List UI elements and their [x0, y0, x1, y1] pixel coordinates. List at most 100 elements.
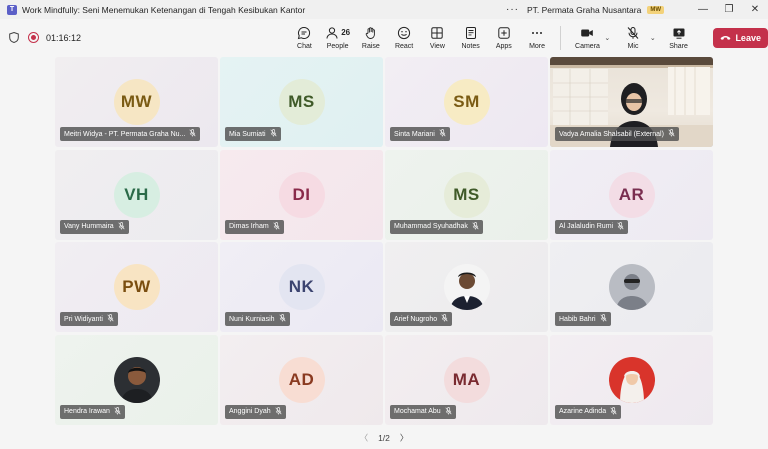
- more-dots-icon: [532, 31, 543, 34]
- mic-button[interactable]: Mic: [612, 26, 654, 50]
- mic-muted-icon: [472, 221, 479, 232]
- leave-button[interactable]: Leave: [713, 27, 768, 48]
- participant-tile[interactable]: Azarine Adinda: [550, 334, 713, 425]
- window-title: Work Mindfully: Seni Menemukan Ketenanga…: [22, 4, 306, 15]
- participant-name-tag: Anggini Dyah: [225, 404, 286, 419]
- next-page-icon[interactable]: 〉: [400, 432, 409, 444]
- participant-avatar: MA: [443, 356, 490, 403]
- participant-tile[interactable]: PW Pri Widiyanti: [55, 242, 218, 332]
- participant-tile[interactable]: Arief Nugroho: [385, 242, 548, 332]
- participant-tile[interactable]: MW Meitri Widya - PT. Permata Graha Nu...: [55, 57, 218, 147]
- participant-tile[interactable]: DI Dimas Irham: [220, 149, 383, 240]
- people-button[interactable]: 26 People: [321, 26, 354, 50]
- participant-name-tag: Sinta Mariani: [390, 127, 450, 141]
- participant-name: Sinta Mariani: [394, 130, 435, 138]
- meeting-timer: 01:16:12: [46, 32, 82, 43]
- camera-options-chevron-icon[interactable]: ⌄: [604, 34, 610, 42]
- participant-avatar: MS: [443, 171, 490, 218]
- shield-icon: [9, 32, 19, 43]
- apps-button[interactable]: Apps: [487, 26, 520, 50]
- participant-tile[interactable]: MA Mochamat Abu: [385, 334, 548, 425]
- participant-avatar: MS: [278, 79, 325, 125]
- mic-muted-icon: [617, 221, 624, 232]
- participant-name-tag: Mochamat Abu: [390, 404, 456, 419]
- react-button[interactable]: React: [388, 26, 421, 50]
- participant-name: Vadya Amalia Shalsabil (External): [559, 130, 664, 138]
- participant-avatar: MW: [113, 79, 160, 125]
- participant-tile[interactable]: MS Muhammad Syuhadhak: [385, 149, 548, 240]
- participant-name: Muhammad Syuhadhak: [394, 223, 468, 230]
- participant-photo: [113, 356, 160, 403]
- minimize-button[interactable]: —: [690, 0, 716, 19]
- participant-tile[interactable]: MS Mia Sumiati: [220, 57, 383, 147]
- participant-avatar: DI: [278, 171, 325, 218]
- participant-name-tag: Hendra Irawan: [60, 404, 125, 419]
- leave-label: Leave: [735, 32, 761, 43]
- org-name[interactable]: PT. Permata Graha Nusantara: [527, 5, 641, 15]
- view-button[interactable]: View: [421, 26, 454, 50]
- profile-avatar[interactable]: MW: [647, 5, 664, 14]
- participant-avatar: VH: [113, 171, 160, 218]
- people-count: 26: [341, 28, 351, 37]
- view-label: View: [429, 42, 445, 50]
- participant-tile[interactable]: AD Anggini Dyah: [220, 334, 383, 425]
- participant-tile[interactable]: NK Nuni Kurniasih: [220, 242, 383, 332]
- participant-tile[interactable]: Hendra Irawan: [55, 334, 218, 425]
- mic-muted-icon: [445, 406, 452, 417]
- participant-name-tag: Meitri Widya - PT. Permata Graha Nu...: [60, 127, 201, 141]
- participant-photo: [608, 264, 655, 310]
- participant-name: Mochamat Abu: [394, 408, 441, 415]
- participant-name-tag: Vany Hummaira: [60, 219, 129, 234]
- maximize-button[interactable]: ❐: [716, 0, 742, 19]
- participant-tile[interactable]: VH Vany Hummaira: [55, 149, 218, 240]
- apps-plus-icon: [498, 26, 510, 39]
- raise-hand-button[interactable]: Raise: [354, 26, 387, 50]
- participant-avatar: NK: [278, 264, 325, 310]
- more-button[interactable]: More: [520, 26, 553, 50]
- participant-tile[interactable]: SM Sinta Mariani: [385, 57, 548, 147]
- participant-name-tag: Mia Sumiati: [225, 127, 281, 141]
- participant-name: Anggini Dyah: [229, 408, 271, 415]
- participant-name: Azarine Adinda: [559, 408, 607, 415]
- mic-muted-icon: [273, 221, 280, 232]
- participant-name: Mia Sumiati: [229, 130, 266, 138]
- mic-muted-icon: [270, 129, 277, 139]
- people-icon: [326, 26, 338, 39]
- chat-label: Chat: [297, 42, 312, 50]
- mic-muted-icon: [441, 314, 448, 324]
- mic-label: Mic: [627, 42, 639, 50]
- participant-name: Nuni Kurniasih: [229, 315, 275, 323]
- share-screen-icon: [673, 28, 685, 39]
- participant-name: Pri Widiyanti: [64, 315, 103, 323]
- mic-options-chevron-icon[interactable]: ⌄: [650, 34, 656, 42]
- notes-icon: [465, 26, 476, 39]
- mic-muted-icon: [668, 129, 675, 139]
- mic-off-icon: [627, 26, 639, 39]
- share-button[interactable]: Share: [658, 26, 700, 50]
- gallery-pager: 〈 1/2 〉: [0, 430, 768, 446]
- participant-photo: [443, 264, 490, 310]
- camera-button[interactable]: Camera: [567, 26, 609, 50]
- mic-muted-icon: [275, 406, 282, 417]
- participant-name-tag: Vadya Amalia Shalsabil (External): [555, 127, 679, 141]
- more-options-icon[interactable]: ···: [506, 4, 519, 15]
- notes-button[interactable]: Notes: [454, 26, 487, 50]
- people-label: People: [326, 42, 349, 50]
- participant-name: Dimas Irham: [229, 223, 269, 230]
- close-button[interactable]: ✕: [742, 0, 768, 19]
- share-label: Share: [669, 42, 688, 50]
- participant-avatar: PW: [113, 264, 160, 310]
- previous-page-icon[interactable]: 〈: [360, 432, 369, 444]
- participant-name-tag: Arief Nugroho: [390, 312, 453, 326]
- participant-tile[interactable]: Vadya Amalia Shalsabil (External): [550, 57, 713, 147]
- meeting-toolbar: 01:16:12 Chat 26 People Raise React View…: [0, 19, 768, 56]
- mic-muted-icon: [278, 314, 286, 324]
- participant-tile[interactable]: AR Al Jalaludin Rumi: [550, 149, 713, 240]
- participant-tile[interactable]: Habib Bahri: [550, 242, 713, 332]
- participant-name-tag: Dimas Irham: [225, 219, 284, 234]
- participant-name: Arief Nugroho: [394, 315, 438, 323]
- participant-name-tag: Nuni Kurniasih: [225, 312, 290, 326]
- participant-grid: MW Meitri Widya - PT. Permata Graha Nu...…: [55, 57, 715, 427]
- mic-muted-icon: [600, 314, 607, 324]
- chat-button[interactable]: Chat: [288, 26, 321, 50]
